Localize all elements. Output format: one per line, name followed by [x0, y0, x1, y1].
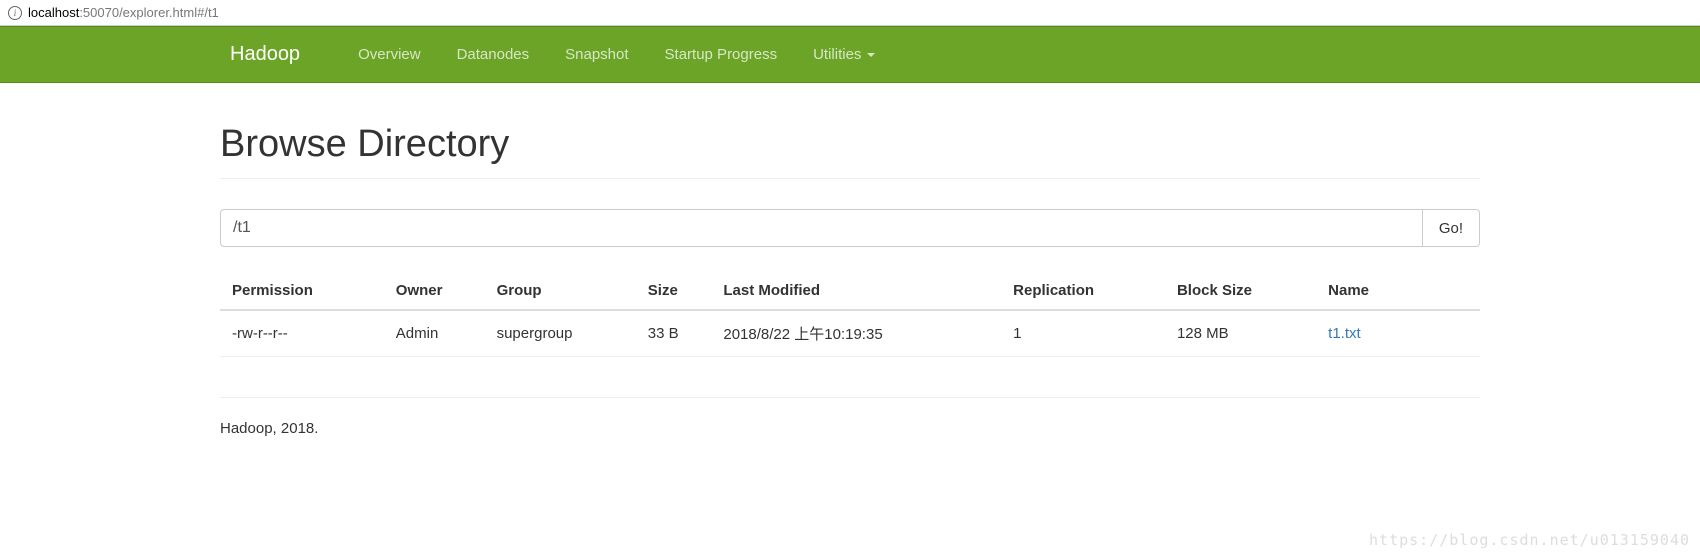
url-host: localhost: [28, 5, 79, 20]
nav-datanodes[interactable]: Datanodes: [439, 27, 548, 82]
nav-startup-progress[interactable]: Startup Progress: [647, 27, 796, 82]
cell-last-modified: 2018/8/22 上午10:19:35: [711, 310, 1001, 357]
th-replication: Replication: [1001, 272, 1165, 310]
go-button[interactable]: Go!: [1423, 209, 1480, 247]
cell-name: t1.txt: [1316, 310, 1480, 357]
table-row: -rw-r--r-- Admin supergroup 33 B 2018/8/…: [220, 310, 1480, 357]
cell-replication: 1: [1001, 310, 1165, 357]
nav-snapshot-label: Snapshot: [565, 46, 628, 63]
nav-overview-label: Overview: [358, 46, 421, 63]
table-header-row: Permission Owner Group Size Last Modifie…: [220, 272, 1480, 310]
nav-startup-progress-label: Startup Progress: [665, 46, 778, 63]
file-table: Permission Owner Group Size Last Modifie…: [220, 272, 1480, 357]
nav-snapshot[interactable]: Snapshot: [547, 27, 646, 82]
cell-permission: -rw-r--r--: [220, 310, 384, 357]
nav-overview[interactable]: Overview: [340, 27, 439, 82]
th-group: Group: [485, 272, 636, 310]
footer-text: Hadoop, 2018.: [220, 397, 1480, 437]
path-input-group: Go!: [220, 209, 1480, 247]
chevron-down-icon: [867, 53, 875, 57]
info-icon: i: [8, 6, 22, 20]
nav-datanodes-label: Datanodes: [457, 46, 530, 63]
cell-size: 33 B: [636, 310, 712, 357]
path-input[interactable]: [220, 209, 1423, 247]
th-block-size: Block Size: [1165, 272, 1316, 310]
cell-group: supergroup: [485, 310, 636, 357]
top-navbar: Hadoop Overview Datanodes Snapshot Start…: [0, 26, 1700, 83]
url-text[interactable]: localhost:50070/explorer.html#/t1: [28, 5, 219, 20]
watermark: https://blog.csdn.net/u013159040: [1369, 531, 1690, 549]
file-link[interactable]: t1.txt: [1328, 325, 1361, 342]
url-rest: :50070/explorer.html#/t1: [79, 5, 218, 20]
main-container: Browse Directory Go! Permission Owner Gr…: [200, 83, 1500, 477]
th-size: Size: [636, 272, 712, 310]
th-name: Name: [1316, 272, 1480, 310]
browser-address-bar: i localhost:50070/explorer.html#/t1: [0, 0, 1700, 26]
cell-block-size: 128 MB: [1165, 310, 1316, 357]
th-permission: Permission: [220, 272, 384, 310]
cell-owner: Admin: [384, 310, 485, 357]
th-owner: Owner: [384, 272, 485, 310]
page-title: Browse Directory: [220, 123, 1480, 179]
brand-label[interactable]: Hadoop: [220, 43, 310, 66]
nav-utilities-label: Utilities: [813, 46, 861, 63]
th-last-modified: Last Modified: [711, 272, 1001, 310]
nav-utilities[interactable]: Utilities: [795, 27, 893, 82]
